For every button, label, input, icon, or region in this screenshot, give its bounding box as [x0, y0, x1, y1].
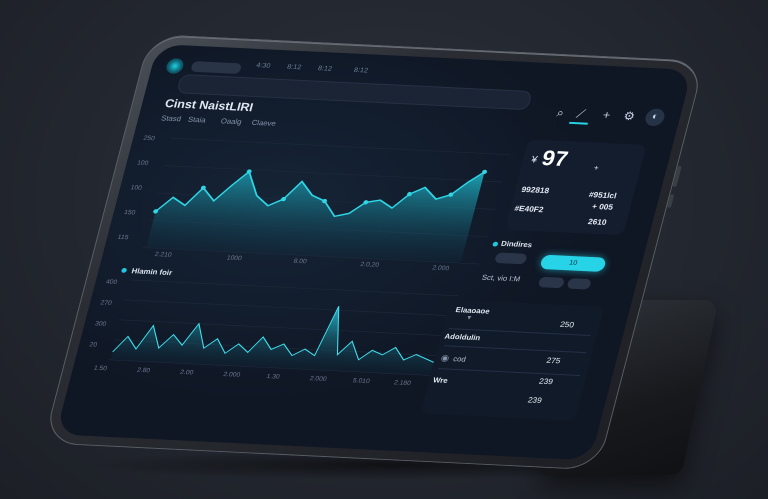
side-button — [672, 165, 682, 187]
x-tick-label: 2.00 — [179, 369, 195, 377]
x-tick-label: 2.80 — [136, 366, 151, 375]
small-toggle-button[interactable] — [494, 252, 528, 265]
nav-item[interactable]: 8:12 — [317, 65, 333, 72]
chart-icon[interactable]: ⟋ — [568, 104, 593, 125]
x-tick-label: 8.00 — [292, 257, 308, 266]
currency-symbol: ¥ — [530, 154, 539, 166]
side-button — [666, 194, 675, 208]
stat-row1-left: 992818 — [520, 185, 551, 196]
stat-row1-right: #951lcl — [587, 190, 618, 201]
stat-big-value: 97 — [539, 145, 571, 171]
grid-line — [129, 279, 459, 297]
option-button[interactable] — [537, 276, 566, 289]
x-tick-label: 2.210 — [153, 251, 173, 259]
x-tick-label: 2.000 — [222, 371, 241, 379]
y-tick-label: 250 — [142, 134, 156, 143]
list-item-value: 239 — [538, 376, 554, 387]
main-chart: 250 100 100 150 115 2.210 1000 8.00 2.0,… — [112, 125, 517, 276]
controls-row-label: Sct, vio I:M — [480, 272, 522, 284]
list-item-icon: ◉ — [439, 352, 451, 363]
logo-icon[interactable] — [164, 58, 186, 75]
x-tick-label: 2.000 — [431, 264, 450, 273]
chevron-down-icon[interactable]: ▼ — [465, 316, 473, 322]
y-tick-label: 20 — [88, 341, 98, 349]
y-tick-label: 100 — [129, 184, 143, 192]
list-item-label: Wre — [432, 375, 449, 385]
main-chart-svg — [141, 137, 510, 265]
plus-icon[interactable]: + — [595, 106, 618, 124]
series-dot — [120, 267, 128, 273]
nav-item[interactable]: 8:12 — [286, 64, 302, 71]
x-tick-label: 1.30 — [265, 373, 281, 381]
list-item-value: 239 — [526, 395, 543, 405]
nav-item[interactable]: 8:12 — [353, 67, 369, 74]
y-tick-label: 270 — [99, 299, 113, 307]
controls-dot — [492, 241, 499, 247]
stat-row2-right: + 005 — [591, 202, 615, 212]
option-button[interactable] — [566, 278, 592, 290]
grid-line — [170, 137, 510, 155]
list-item-value: 275 — [545, 356, 562, 366]
tab-stasd[interactable]: Stasd — [160, 114, 182, 124]
y-tick-label: 100 — [136, 159, 150, 167]
y-tick-label: 150 — [123, 209, 137, 217]
app-name-pill — [190, 61, 243, 75]
divider — [438, 368, 581, 376]
x-tick-label: 2.180 — [393, 379, 412, 387]
page-title: Cinst NaistLIRI — [163, 96, 255, 115]
grid-line — [124, 299, 454, 317]
x-tick-label: 1000 — [225, 254, 243, 263]
x-tick-label: 2.000 — [308, 375, 328, 383]
values-list: Elaaoaoe 250 ▼ Adoldulin ◉ cod 275 Wre 2… — [420, 299, 605, 422]
stat-plus: + — [592, 163, 600, 173]
list-item-label: cod — [452, 354, 467, 364]
tab-oaalg[interactable]: Oaalg — [220, 117, 243, 127]
series-area — [146, 171, 485, 264]
list-item-label: Adoldulin — [443, 331, 482, 343]
series-area — [110, 306, 437, 376]
controls-panel: Dindires 10 Sct, vio I:M — [475, 239, 624, 303]
y-tick-label: 400 — [105, 278, 118, 286]
x-tick-label: 5.010 — [351, 377, 371, 385]
nav-item[interactable]: 4:30 — [255, 62, 271, 69]
second-chart-svg — [108, 279, 459, 377]
divider — [444, 345, 587, 354]
primary-value-button[interactable]: 10 — [539, 254, 607, 272]
tablet-device: 4:30 8:12 8:12 8:12 ⌕ ⟋ + ⚙ ◐ Cinst Nais… — [42, 34, 706, 471]
settings-icon[interactable]: ⚙ — [618, 107, 641, 125]
x-tick-label: 2.0,20 — [359, 261, 380, 269]
search-icon[interactable]: ⌕ — [549, 104, 572, 122]
tab-claeve[interactable]: Claeve — [251, 118, 277, 128]
stat-row3-right: 2610 — [587, 217, 608, 227]
stat-row2-left: #E40F2 — [513, 204, 545, 215]
y-tick-label: 115 — [116, 233, 130, 242]
list-item-label: Elaaoaoe — [454, 305, 491, 316]
second-chart: Hlamin foir 400 270 300 20 1.50 2.80 2.0… — [80, 265, 470, 397]
profile-icon[interactable]: ◐ — [643, 108, 667, 127]
x-tick-label: 1.50 — [92, 364, 108, 373]
screen: 4:30 8:12 8:12 8:12 ⌕ ⟋ + ⚙ ◐ Cinst Nais… — [55, 44, 693, 461]
grid-line — [118, 319, 449, 337]
grid-line — [163, 165, 503, 183]
list-item-value: 250 — [559, 320, 576, 330]
controls-title: Dindires — [500, 239, 534, 250]
y-tick-label: 300 — [94, 320, 108, 328]
stats-card: ¥ 97 + 992818 #951lcl #E40F2 + 005 2610 — [504, 139, 647, 236]
tab-staia[interactable]: Staia — [187, 115, 207, 124]
